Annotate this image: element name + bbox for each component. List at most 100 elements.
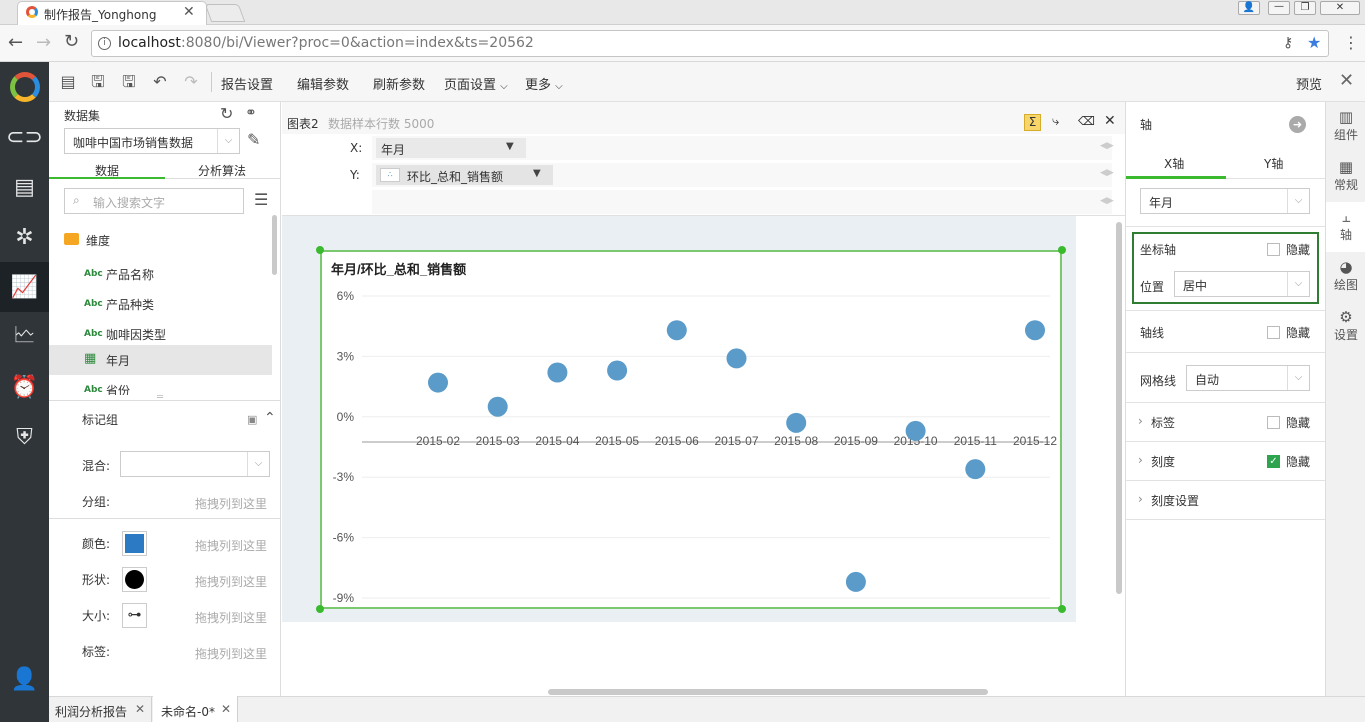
preview-button[interactable]: 预览 — [1296, 74, 1322, 93]
list-item[interactable]: ▦ 年月 — [49, 345, 272, 375]
data-point[interactable] — [428, 372, 448, 393]
forward-icon[interactable]: → — [36, 32, 51, 53]
data-point[interactable] — [547, 362, 568, 383]
window-close-icon[interactable]: ✕ — [1320, 1, 1360, 15]
alarm-icon[interactable]: ⏰ — [0, 362, 49, 412]
app-logo-icon[interactable] — [0, 62, 49, 112]
scrollbar[interactable] — [272, 215, 277, 275]
page-settings-button[interactable]: 页面设置 ⌵ — [444, 74, 508, 93]
chevron-up-icon[interactable]: ⌃ — [264, 410, 276, 426]
save-as-icon[interactable]: 🖫 — [120, 73, 138, 91]
chevron-right-icon[interactable]: › — [1138, 453, 1143, 467]
dashboard-icon[interactable]: 🗠 — [0, 312, 49, 362]
tab-general[interactable]: ▦ 常规 — [1326, 152, 1365, 202]
size-slider-icon[interactable]: ⊶ — [122, 603, 147, 628]
coord-axis-hide-checkbox[interactable] — [1267, 243, 1280, 256]
refresh-icon[interactable]: ↻ — [220, 104, 233, 123]
resize-handle[interactable] — [316, 605, 324, 613]
link-rings-icon[interactable]: ⚭ — [245, 105, 257, 121]
restore-icon[interactable]: ❐ — [1294, 1, 1316, 15]
close-icon[interactable]: ✕ — [1104, 113, 1116, 129]
scale-settings-label[interactable]: 刻度设置 — [1151, 492, 1199, 509]
minimize-icon[interactable]: — — [1268, 1, 1290, 15]
data-point[interactable] — [905, 420, 926, 441]
tag-drop-zone[interactable]: 拖拽列到这里 — [195, 645, 267, 662]
more-button[interactable]: 更多 ⌵ — [525, 74, 563, 93]
menu-icon[interactable]: ⋮ — [1343, 33, 1359, 52]
scale-section-label[interactable]: 刻度 — [1151, 453, 1175, 470]
mix-select[interactable]: ⌵ — [120, 451, 270, 477]
data-point[interactable] — [1025, 320, 1045, 341]
data-point[interactable] — [845, 571, 866, 592]
tab-plot[interactable]: ◕ 绘图 — [1326, 252, 1365, 302]
tab-algorithm[interactable]: 分析算法 — [198, 162, 246, 179]
back-icon[interactable]: ← — [8, 32, 23, 53]
new-report-icon[interactable]: ▤ — [59, 73, 77, 91]
vertical-scrollbar[interactable] — [1116, 222, 1122, 594]
refresh-params-button[interactable]: 刷新参数 — [373, 74, 425, 93]
scale-hide-checkbox[interactable]: ✓ — [1267, 455, 1280, 468]
arrow-right-icon[interactable]: ➜ — [1289, 116, 1306, 133]
resize-handle[interactable] — [1058, 246, 1066, 254]
save-icon[interactable]: 🖫 — [89, 73, 107, 91]
chart-container[interactable]: 年月/环比_总和_销售额 6% 3% 0% -3% -6% -9% 2015-02 2015… — [320, 250, 1062, 609]
info-icon[interactable]: i — [98, 37, 111, 50]
user-icon[interactable]: 👤 — [1238, 1, 1260, 15]
close-icon[interactable]: ✕ — [1339, 70, 1354, 91]
redo-icon[interactable]: ↷ — [182, 73, 200, 91]
scroll-arrows-icon[interactable]: ◀▶ — [1100, 196, 1114, 206]
position-select[interactable]: 居中 ⌵ — [1174, 271, 1310, 297]
key-icon[interactable]: ⚷ — [1283, 35, 1293, 51]
axis-field-select[interactable]: 年月 ⌵ — [1140, 188, 1310, 214]
edit-icon[interactable]: ✎ — [247, 130, 260, 149]
data-point[interactable] — [607, 360, 628, 381]
url-field[interactable]: i localhost :8080/bi/Viewer?proc=0&actio… — [91, 30, 1329, 57]
close-icon[interactable]: ✕ — [183, 4, 195, 20]
undo-icon[interactable]: ↶ — [151, 73, 169, 91]
reload-icon[interactable]: ↻ — [64, 31, 79, 52]
tag-section-label[interactable]: 标签 — [1151, 414, 1175, 431]
close-icon[interactable]: ✕ — [221, 702, 231, 716]
data-point[interactable] — [726, 348, 747, 369]
tab-y-axis[interactable]: Y轴 — [1264, 155, 1283, 172]
data-point[interactable] — [786, 412, 807, 433]
scroll-arrows-icon[interactable]: ◀▶ — [1100, 141, 1114, 151]
shield-icon[interactable]: ⛨ — [0, 412, 49, 462]
data-point[interactable] — [965, 459, 986, 480]
resize-handle[interactable]: ═ — [157, 392, 163, 403]
shape-circle-icon[interactable] — [122, 567, 147, 592]
resize-handle[interactable] — [316, 246, 324, 254]
list-icon[interactable]: ▤ — [0, 162, 49, 212]
y-field-pill[interactable]: ∴ 环比_总和_销售额 ▼ — [376, 165, 553, 185]
data-point[interactable] — [487, 396, 508, 417]
tag-hide-checkbox[interactable] — [1267, 416, 1280, 429]
resize-handle[interactable] — [1058, 605, 1066, 613]
sum-icon[interactable]: Σ — [1024, 114, 1041, 131]
swap-axis-icon[interactable]: ⤷ — [1052, 114, 1059, 129]
scroll-arrows-icon[interactable]: ◀▶ — [1100, 168, 1114, 178]
link-icon[interactable]: ⊂⊃ — [0, 112, 49, 162]
tab-x-axis[interactable]: X轴 — [1164, 155, 1184, 172]
new-tab-button[interactable] — [204, 4, 246, 22]
browser-tab[interactable]: 制作报告_Yonghong ✕ — [17, 1, 207, 25]
data-point[interactable] — [666, 320, 687, 341]
tab-settings[interactable]: ⚙ 设置 — [1326, 302, 1365, 352]
list-item[interactable]: Abc 产品名称 — [49, 259, 272, 289]
folder-label[interactable]: 维度 — [86, 232, 110, 249]
eraser-icon[interactable]: ⌫ — [1078, 114, 1095, 128]
tab-components[interactable]: ▥ 组件 — [1326, 102, 1365, 152]
grid-select[interactable]: 自动 ⌵ — [1186, 365, 1310, 391]
extra-shelf[interactable] — [372, 190, 1112, 214]
report-tab-active[interactable]: 未命名-0* ✕ — [153, 696, 238, 722]
color-swatch[interactable] — [122, 531, 147, 556]
dataset-select[interactable]: 咖啡中国市场销售数据 ⌵ — [64, 128, 240, 154]
axis-line-hide-checkbox[interactable] — [1267, 326, 1280, 339]
edit-params-button[interactable]: 编辑参数 — [297, 74, 349, 93]
shape-drop-zone[interactable]: 拖拽列到这里 — [195, 573, 267, 590]
tab-axis[interactable]: ⫠ 轴 — [1326, 202, 1365, 252]
network-icon[interactable]: ✲ — [0, 212, 49, 262]
marks-settings-icon[interactable]: ▣ — [247, 413, 257, 426]
list-menu-icon[interactable]: ☰ — [254, 190, 268, 209]
color-drop-zone[interactable]: 拖拽列到这里 — [195, 537, 267, 554]
user-icon[interactable]: 👤 — [0, 654, 49, 704]
